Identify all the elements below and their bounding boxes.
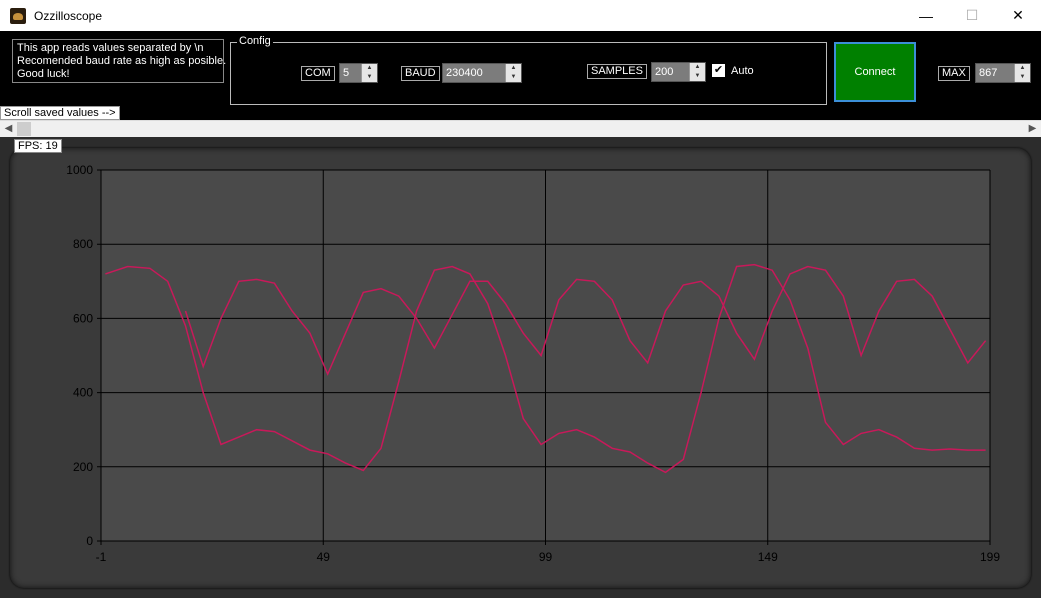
y-tick-label: 0 bbox=[86, 534, 93, 548]
x-tick-label: 49 bbox=[317, 550, 331, 564]
x-tick-label: 149 bbox=[758, 550, 778, 564]
y-tick-label: 400 bbox=[73, 386, 93, 400]
y-tick-label: 200 bbox=[73, 460, 93, 474]
x-tick-label: 199 bbox=[980, 550, 1000, 564]
oscilloscope-chart: 0 200 400 600 800 1000 -1 49 99 149 199 bbox=[66, 163, 1000, 564]
x-tick-label: 99 bbox=[539, 550, 553, 564]
y-tick-label: 800 bbox=[73, 237, 93, 251]
x-tick-label: -1 bbox=[96, 550, 107, 564]
y-tick-label: 600 bbox=[73, 311, 93, 325]
y-tick-label: 1000 bbox=[66, 163, 93, 177]
